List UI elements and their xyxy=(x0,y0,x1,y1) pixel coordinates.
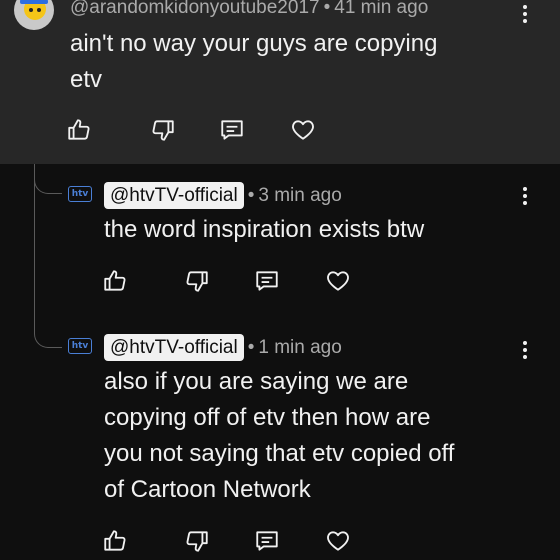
reply-icon[interactable] xyxy=(252,526,282,556)
reply-author-handle[interactable]: @htvTV-official xyxy=(104,334,244,361)
reply-avatar[interactable]: htv xyxy=(68,338,92,354)
thumbs-up-icon[interactable] xyxy=(100,526,130,556)
top-comment: @arandomkidonyoutube2017 • 41 min ago ain'… xyxy=(0,0,560,164)
avatar-eye xyxy=(29,8,33,12)
heart-icon[interactable] xyxy=(288,115,318,145)
thumbs-up-icon[interactable] xyxy=(64,115,94,145)
reply-author-handle[interactable]: @htvTV-official xyxy=(104,182,244,209)
heart-icon[interactable] xyxy=(323,526,353,556)
avatar-eye xyxy=(37,8,41,12)
more-options-icon[interactable] xyxy=(515,182,535,210)
reply-text: the word inspiration exists btw xyxy=(104,212,424,248)
comment-author-handle[interactable]: @arandomkidonyoutube2017 xyxy=(70,0,320,18)
more-options-icon[interactable] xyxy=(515,336,535,364)
thumbs-down-icon[interactable] xyxy=(182,526,212,556)
reply-icon[interactable] xyxy=(252,266,282,296)
reply-text-line: the word inspiration exists btw xyxy=(104,216,425,243)
thumbs-down-icon[interactable] xyxy=(182,266,212,296)
comment-timestamp: 41 min ago xyxy=(334,0,429,18)
comment-text-line: etv xyxy=(70,66,103,93)
reply-text-line: copying off of etv then how are xyxy=(104,404,431,431)
reply-icon[interactable] xyxy=(217,115,247,145)
reply-meta: @htvTV-official • 3 min ago xyxy=(104,182,342,209)
reply-text-line: also if you are saying we are xyxy=(104,368,409,395)
thumbs-up-icon[interactable] xyxy=(100,266,130,296)
comment-text: ain't no way your guys are copying etv xyxy=(70,26,437,98)
meta-separator: • xyxy=(247,337,255,358)
meta-separator: • xyxy=(247,185,255,206)
comment-meta: @arandomkidonyoutube2017 • 41 min ago xyxy=(70,0,428,19)
meta-separator: • xyxy=(323,0,331,18)
reply-text: also if you are saying we are copying of… xyxy=(104,364,454,508)
more-options-icon[interactable] xyxy=(515,0,535,28)
comment-text-line: ain't no way your guys are copying xyxy=(70,30,438,57)
heart-icon[interactable] xyxy=(323,266,353,296)
thumbs-down-icon[interactable] xyxy=(148,115,178,145)
reply-avatar[interactable]: htv xyxy=(68,186,92,202)
reply-text-line: you not saying that etv copied off xyxy=(104,440,455,467)
reply-timestamp: 3 min ago xyxy=(258,185,342,206)
commenter-avatar[interactable] xyxy=(14,0,54,30)
thread-line xyxy=(34,164,35,332)
reply-timestamp: 1 min ago xyxy=(258,337,342,358)
reply-text-line: of Cartoon Network xyxy=(104,476,311,503)
reply-meta: @htvTV-official • 1 min ago xyxy=(104,334,342,361)
avatar-cap xyxy=(20,0,48,4)
